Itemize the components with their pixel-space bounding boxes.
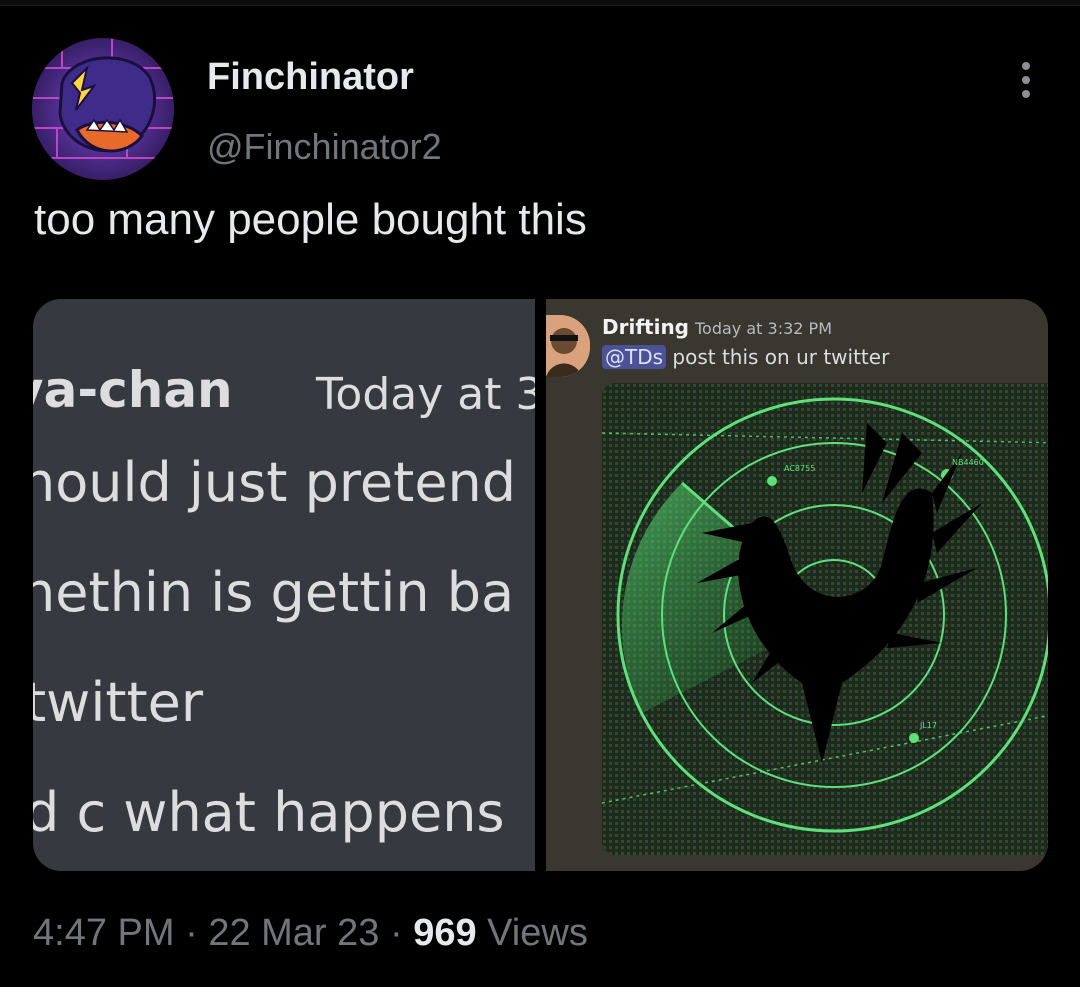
user-mention[interactable]: @TDs [602, 345, 667, 369]
more-options-icon[interactable] [1006, 58, 1046, 102]
discord-message-line: twitter [33, 671, 204, 734]
discord-avatar [546, 315, 590, 377]
discord-message-line: hould just pretend [33, 451, 517, 514]
discord-username: ya-chan [33, 361, 233, 419]
discord-username: Drifting [602, 315, 689, 339]
views-count[interactable]: 969 [413, 912, 476, 954]
more-dot [1022, 76, 1030, 84]
tweet-date[interactable]: 22 Mar 23 [208, 912, 379, 954]
radar-label: JL17 [919, 721, 937, 730]
tweet-media[interactable]: ya-chan Today at 3 hould just pretend ne… [33, 299, 1048, 871]
views-label: Views [476, 912, 588, 954]
meta-separator: · [174, 912, 209, 954]
tweet-text: too many people bought this [34, 195, 587, 244]
radar-label: NB4460 [952, 458, 984, 467]
more-dot [1022, 62, 1030, 70]
author-avatar[interactable] [32, 38, 174, 180]
right-discord-screenshot[interactable]: Drifting Today at 3:32 PM @TDs post this… [546, 299, 1048, 871]
author-handle[interactable]: @Finchinator2 [207, 126, 442, 168]
radar-image[interactable]: AC8755 NB4460 JL17 [602, 383, 1048, 855]
discord-message: @TDs post this on ur twitter [602, 345, 889, 369]
discord-message-line: d c what happens [33, 781, 505, 844]
discord-message-line: nethin is gettin ba [33, 561, 515, 624]
tweet-meta: 4:47 PM · 22 Mar 23 · 969 Views [33, 912, 588, 955]
discord-timestamp: Today at 3:32 PM [695, 319, 832, 338]
discord-timestamp: Today at 3 [316, 369, 535, 420]
author-display-name[interactable]: Finchinator [207, 56, 414, 99]
left-discord-screenshot[interactable]: ya-chan Today at 3 hould just pretend ne… [33, 299, 535, 871]
radar-label: AC8755 [784, 464, 815, 473]
meta-separator: · [379, 912, 414, 954]
more-dot [1022, 90, 1030, 98]
discord-message-text: post this on ur twitter [666, 345, 890, 369]
tweet-time[interactable]: 4:47 PM [33, 912, 175, 954]
top-divider [0, 0, 1080, 6]
